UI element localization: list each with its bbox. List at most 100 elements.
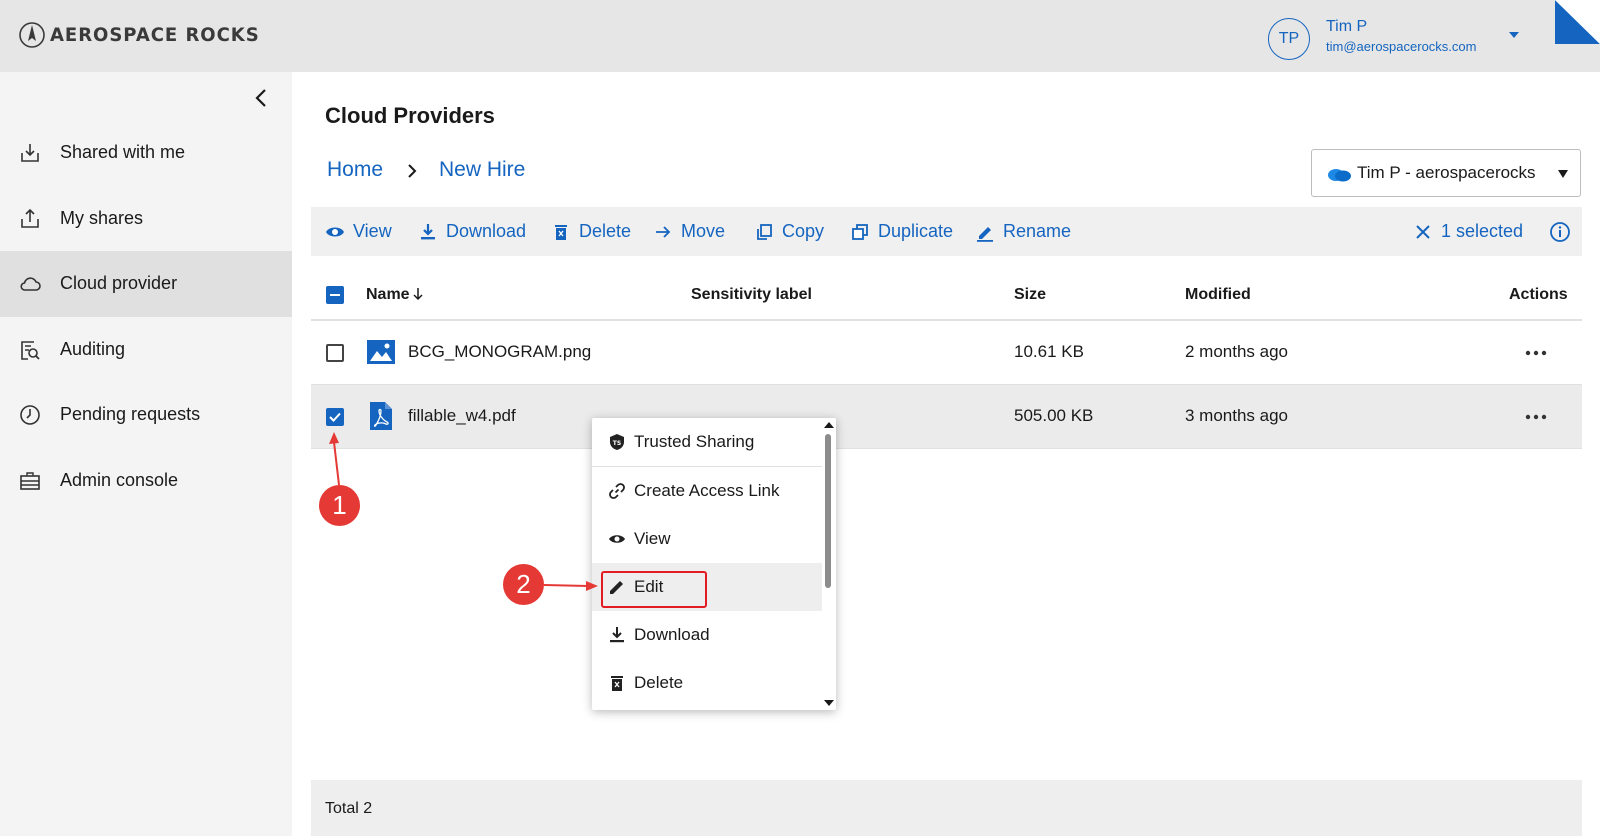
toolbar-delete-button[interactable]: Delete xyxy=(551,207,631,256)
menu-scrollbar-thumb[interactable] xyxy=(825,434,831,588)
share-upload-icon xyxy=(21,208,39,228)
sidebar: Shared with me My shares Cloud provider … xyxy=(0,72,292,836)
brand-logo[interactable]: AEROSPACE ROCKS xyxy=(18,20,271,50)
table-footer: Total 2 xyxy=(311,780,1582,836)
toolbar-copy-button[interactable]: Copy xyxy=(754,207,824,256)
brand-name: AEROSPACE ROCKS xyxy=(50,24,260,46)
breadcrumb-current[interactable]: New Hire xyxy=(439,158,525,182)
info-icon[interactable] xyxy=(1549,221,1571,243)
sidebar-item-pending-requests[interactable]: Pending requests xyxy=(0,382,292,448)
table-row[interactable]: BCG_MONOGRAM.png 10.61 KB 2 months ago xyxy=(311,321,1582,385)
toolbar-rename-button[interactable]: Rename xyxy=(975,207,1071,256)
user-name[interactable]: Tim P xyxy=(1326,18,1367,36)
avatar[interactable]: TP xyxy=(1268,18,1310,60)
sort-arrow-down-icon xyxy=(413,288,423,301)
selected-count: 1 selected xyxy=(1441,221,1524,241)
column-header-name[interactable]: Name xyxy=(366,286,424,304)
collapse-sidebar-chevron-left-icon[interactable] xyxy=(252,86,272,110)
svg-text:TS: TS xyxy=(613,440,621,447)
eye-icon xyxy=(326,227,344,236)
rocket-logo-icon xyxy=(19,22,45,48)
arrow-right-icon xyxy=(656,225,671,238)
scroll-up-arrow-icon[interactable] xyxy=(824,422,834,428)
toolbar-download-button[interactable]: Download xyxy=(418,207,526,256)
column-header-actions: Actions xyxy=(1509,286,1568,303)
menu-item-label: Delete xyxy=(634,673,684,692)
copy-icon xyxy=(757,223,772,240)
file-name[interactable]: fillable_w4.pdf xyxy=(408,406,516,426)
corner-triangle-decoration xyxy=(1555,0,1600,44)
total-count: Total 2 xyxy=(325,800,373,817)
menu-item-download[interactable]: Download xyxy=(592,611,822,659)
trash-icon xyxy=(611,676,623,691)
cloud-icon xyxy=(20,277,41,291)
toolbar-rename-label: Rename xyxy=(1003,221,1072,241)
download-icon xyxy=(421,223,435,239)
column-header-modified[interactable]: Modified xyxy=(1185,286,1251,304)
download-icon xyxy=(610,627,624,643)
trash-icon xyxy=(555,224,567,240)
clear-selection-button[interactable]: 1 selected xyxy=(1415,207,1523,256)
menu-item-delete[interactable]: Delete xyxy=(592,659,822,707)
select-all-checkbox[interactable] xyxy=(326,286,344,304)
column-header-sensitivity[interactable]: Sensitivity label xyxy=(691,286,812,304)
scroll-down-arrow-icon[interactable] xyxy=(824,700,834,706)
onedrive-cloud-icon xyxy=(1328,169,1351,182)
sidebar-item-cloud-provider[interactable]: Cloud provider xyxy=(0,251,292,317)
menu-item-label: Create Access Link xyxy=(634,481,780,500)
menu-item-label: View xyxy=(634,529,671,548)
duplicate-icon xyxy=(852,223,868,240)
row-checkbox[interactable] xyxy=(326,344,344,362)
column-header-size[interactable]: Size xyxy=(1014,286,1046,304)
sidebar-item-auditing[interactable]: Auditing xyxy=(0,317,292,383)
edit-highlight-box xyxy=(601,571,707,608)
sidebar-item-label: My shares xyxy=(60,208,144,228)
more-actions-icon[interactable] xyxy=(1525,414,1547,420)
table-row[interactable]: fillable_w4.pdf 505.00 KB 3 months ago xyxy=(311,385,1582,449)
top-bar: AEROSPACE ROCKS TP Tim P tim@aerospacero… xyxy=(0,0,1600,72)
action-toolbar: View Download Delete Move Copy Duplicate… xyxy=(311,207,1582,256)
file-modified: 2 months ago xyxy=(1185,342,1289,361)
toolbar-move-label: Move xyxy=(681,221,726,241)
user-menu-caret-icon[interactable] xyxy=(1509,32,1519,38)
link-icon xyxy=(609,483,625,499)
pencil-icon xyxy=(977,226,993,242)
menu-item-label: Trusted Sharing xyxy=(634,432,755,451)
audit-search-icon xyxy=(21,341,40,360)
briefcase-icon xyxy=(20,472,40,490)
menu-item-label: Download xyxy=(634,625,710,644)
sidebar-item-my-shares[interactable]: My shares xyxy=(0,186,292,252)
toolbar-move-button[interactable]: Move xyxy=(653,207,725,256)
user-email[interactable]: tim@aerospacerocks.com xyxy=(1326,39,1476,54)
more-actions-icon[interactable] xyxy=(1525,350,1547,356)
sidebar-item-label: Admin console xyxy=(60,470,179,490)
toolbar-delete-label: Delete xyxy=(579,221,632,241)
row-checkbox[interactable] xyxy=(326,408,344,426)
sidebar-item-shared-with-me[interactable]: Shared with me xyxy=(0,120,292,186)
trusted-sharing-shield-icon: TS xyxy=(610,434,624,450)
context-menu: TS Trusted Sharing Create Access Link Vi… xyxy=(592,418,836,710)
file-name[interactable]: BCG_MONOGRAM.png xyxy=(408,342,591,362)
file-size: 505.00 KB xyxy=(1014,406,1094,425)
menu-item-trusted-sharing[interactable]: TS Trusted Sharing xyxy=(592,418,822,466)
menu-item-view[interactable]: View xyxy=(592,515,822,563)
sidebar-item-label: Shared with me xyxy=(60,142,186,162)
step-2-callout: 2 xyxy=(503,564,544,605)
sidebar-item-label: Cloud provider xyxy=(60,273,178,293)
breadcrumb-home[interactable]: Home xyxy=(327,158,383,182)
sidebar-item-label: Auditing xyxy=(60,339,126,359)
dropdown-caret-icon xyxy=(1558,170,1568,178)
page-title: Cloud Providers xyxy=(325,103,495,128)
toolbar-view-label: View xyxy=(353,221,392,241)
toolbar-view-button[interactable]: View xyxy=(325,207,392,256)
pdf-file-icon xyxy=(370,402,392,430)
inbox-download-icon xyxy=(21,144,39,162)
sidebar-item-label: Pending requests xyxy=(60,404,201,424)
toolbar-duplicate-label: Duplicate xyxy=(878,221,954,241)
toolbar-duplicate-button[interactable]: Duplicate xyxy=(850,207,953,256)
sidebar-item-admin-console[interactable]: Admin console xyxy=(0,448,292,514)
cloud-provider-select[interactable]: Tim P - aerospacerocks xyxy=(1311,149,1581,197)
step-1-callout: 1 xyxy=(319,485,360,526)
menu-item-create-access-link[interactable]: Create Access Link xyxy=(592,467,822,515)
image-file-icon xyxy=(367,340,395,364)
